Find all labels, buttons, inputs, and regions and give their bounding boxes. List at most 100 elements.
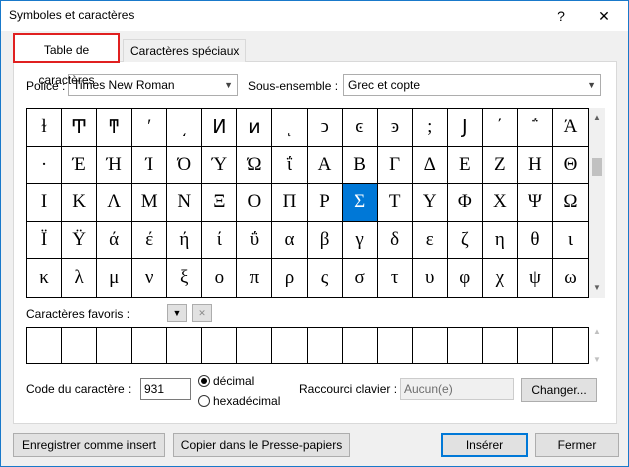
character-cell[interactable]: Ϊ — [27, 221, 63, 260]
charcode-input[interactable]: 931 — [140, 378, 191, 400]
autocorrect-button[interactable]: Enregistrer comme insert — [13, 433, 165, 457]
character-cell[interactable]: ί — [202, 221, 238, 260]
character-cell[interactable]: Κ — [62, 184, 98, 222]
character-cell[interactable]: ΰ — [237, 221, 273, 260]
copy-clipboard-button[interactable]: Copier dans le Presse-papiers — [173, 433, 350, 457]
character-cell[interactable]: ω — [553, 259, 588, 297]
character-cell[interactable]: Η — [517, 146, 553, 185]
character-cell[interactable]: Σ — [342, 184, 378, 222]
character-cell[interactable]: λ — [62, 259, 98, 297]
character-cell[interactable]: Ξ — [202, 184, 238, 222]
favorite-cell[interactable] — [62, 328, 98, 363]
character-cell[interactable]: Ο — [237, 184, 273, 222]
character-cell[interactable]: έ — [132, 221, 168, 260]
character-cell[interactable]: ͻ — [307, 109, 343, 147]
close-window-button[interactable]: ✕ — [584, 1, 624, 31]
character-cell[interactable]: Υ — [412, 184, 448, 222]
favorite-cell[interactable] — [97, 328, 133, 363]
character-cell[interactable]: γ — [342, 221, 378, 260]
character-cell[interactable]: Λ — [97, 184, 133, 222]
radio-hexadecimal[interactable] — [198, 395, 210, 407]
character-cell[interactable]: ζ — [447, 221, 483, 260]
character-cell[interactable]: Ρ — [307, 184, 343, 222]
favorite-cell[interactable] — [553, 328, 588, 363]
favorite-cell[interactable] — [413, 328, 448, 363]
character-cell[interactable]: η — [482, 221, 518, 260]
scroll-down-icon[interactable]: ▼ — [589, 355, 605, 364]
character-cell[interactable]: Χ — [482, 184, 518, 222]
close-button[interactable]: Fermer — [535, 433, 619, 457]
character-cell[interactable]: ά — [97, 221, 133, 260]
character-cell[interactable]: τ — [378, 259, 413, 297]
character-cell[interactable]: Ε — [447, 146, 483, 185]
character-cell[interactable]: σ — [343, 259, 378, 297]
character-cell[interactable]: Ώ — [237, 146, 273, 185]
character-cell[interactable]: Ή — [97, 146, 133, 185]
change-shortcut-button[interactable]: Changer... — [521, 378, 597, 402]
character-cell[interactable]: ͳ — [97, 109, 133, 147]
favorite-cell[interactable] — [448, 328, 483, 363]
favorites-scrollbar[interactable]: ▲ ▼ — [589, 327, 605, 364]
character-cell[interactable]: Ϳ — [447, 109, 483, 147]
favorite-cell[interactable] — [27, 328, 63, 363]
character-cell[interactable]: Ͷ — [202, 109, 238, 147]
character-cell[interactable]: π — [237, 259, 273, 297]
character-cell[interactable]: ξ — [167, 259, 203, 297]
character-cell[interactable]: ε — [412, 221, 448, 260]
character-cell[interactable]: μ — [97, 259, 133, 297]
character-cell[interactable]: Ν — [167, 184, 203, 222]
tab-character-table[interactable]: Table de caractères — [13, 33, 120, 87]
character-cell[interactable]: ς — [308, 259, 343, 297]
character-cell[interactable]: Α — [307, 146, 343, 185]
character-cell[interactable]: θ — [517, 221, 553, 260]
favorite-cell[interactable] — [343, 328, 378, 363]
character-cell[interactable]: Γ — [377, 146, 413, 185]
character-cell[interactable]: Θ — [552, 147, 588, 185]
favorites-dropdown-button[interactable]: ▼ — [167, 304, 187, 322]
favorite-cell[interactable] — [202, 328, 238, 363]
character-cell[interactable]: Ί — [132, 146, 168, 185]
character-cell[interactable]: · — [27, 146, 63, 185]
character-cell[interactable]: ΄ — [482, 109, 518, 147]
subset-select[interactable]: Grec et copte ▼ — [343, 74, 601, 96]
character-cell[interactable]: ͵ — [167, 109, 203, 147]
character-cell[interactable]: Ζ — [482, 146, 518, 185]
character-cell[interactable]: ν — [132, 259, 168, 297]
scroll-up-icon[interactable]: ▲ — [589, 327, 605, 336]
character-cell[interactable]: Φ — [447, 184, 483, 222]
character-cell[interactable]: ι — [552, 222, 588, 260]
favorite-cell[interactable] — [167, 328, 203, 363]
character-cell[interactable]: Ω — [552, 184, 588, 222]
character-cell[interactable]: ; — [412, 109, 448, 147]
character-cell[interactable]: ͺ — [272, 109, 308, 147]
character-cell[interactable]: ʹ — [132, 109, 168, 147]
character-cell[interactable]: Δ — [412, 146, 448, 185]
character-cell[interactable]: Π — [272, 184, 308, 222]
character-cell[interactable]: δ — [377, 221, 413, 260]
character-cell[interactable]: Έ — [62, 146, 98, 185]
character-cell[interactable]: κ — [27, 259, 63, 297]
favorite-cell[interactable] — [378, 328, 413, 363]
character-cell[interactable]: Ό — [167, 146, 203, 185]
character-cell[interactable]: χ — [483, 259, 518, 297]
character-cell[interactable]: ͽ — [377, 109, 413, 147]
character-cell[interactable]: ή — [167, 221, 203, 260]
character-cell[interactable]: Β — [342, 146, 378, 185]
character-cell[interactable]: ΐ — [272, 146, 308, 185]
character-cell[interactable]: ͼ — [342, 109, 378, 147]
character-cell[interactable]: Ι — [27, 184, 63, 222]
character-cell[interactable]: ο — [202, 259, 238, 297]
character-cell[interactable]: ΅ — [517, 109, 553, 147]
character-cell[interactable]: Ύ — [202, 146, 238, 185]
character-cell[interactable]: Ϋ — [62, 221, 98, 260]
tab-special-characters[interactable]: Caractères spéciaux — [123, 39, 247, 62]
character-cell[interactable]: ͷ — [237, 109, 273, 147]
character-cell[interactable]: Ψ — [517, 184, 553, 222]
scroll-thumb[interactable] — [592, 158, 602, 176]
favorite-cell[interactable] — [272, 328, 308, 363]
favorite-cell[interactable] — [483, 328, 518, 363]
scroll-up-icon[interactable]: ▲ — [589, 110, 605, 126]
insert-button[interactable]: Insérer — [441, 433, 528, 457]
character-cell[interactable]: υ — [413, 259, 448, 297]
scroll-down-icon[interactable]: ▼ — [589, 280, 605, 296]
